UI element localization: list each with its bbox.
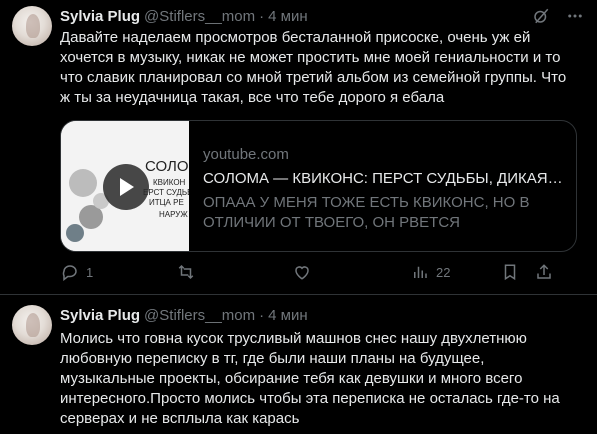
reply-count: 1 xyxy=(86,264,94,280)
repost-button[interactable] xyxy=(176,262,202,282)
separator-dot: · xyxy=(259,7,265,25)
avatar[interactable] xyxy=(12,305,52,345)
link-card-text: youtube.com СОЛОМА — КВИКОНС: ПЕРСТ СУДЬ… xyxy=(203,145,563,233)
tweet-text: Давайте наделаем просмотров бесталанной … xyxy=(60,29,571,106)
bookmark-button[interactable] xyxy=(500,262,520,282)
play-icon[interactable] xyxy=(103,164,149,210)
reply-button[interactable]: 1 xyxy=(60,262,93,282)
tweet[interactable]: Sylvia Plug @Stiflers__mom · 4 мин Давай… xyxy=(0,0,597,295)
timestamp[interactable]: 4 мин xyxy=(268,8,308,25)
thumb-text-1: СОЛОМ xyxy=(145,158,189,175)
timestamp[interactable]: 4 мин xyxy=(268,307,308,324)
thumb-text-4: ИТЦА РЕ xyxy=(149,198,184,207)
thumb-text-3: ЕРСТ СУДЬБ xyxy=(143,188,189,197)
video-thumbnail[interactable]: СОЛОМ КВИКОН ЕРСТ СУДЬБ ИТЦА РЕ НАРУЖ xyxy=(61,121,189,251)
separator-dot: · xyxy=(259,306,265,324)
share-button[interactable] xyxy=(534,262,554,282)
card-description: ОПААА У МЕНЯ ТОЖЕ ЕСТЬ КВИКОНС, НО В ОТЛ… xyxy=(203,194,530,231)
tweet-text: Молись что говна кусок трусливый машнов … xyxy=(60,330,564,427)
reply-icon xyxy=(60,262,80,282)
like-button[interactable] xyxy=(292,262,318,282)
repost-icon xyxy=(176,262,196,282)
thumb-text-5: НАРУЖ xyxy=(159,210,188,219)
card-domain: youtube.com xyxy=(203,146,289,163)
tweet-actions: 1 22 xyxy=(60,262,580,284)
avatar[interactable] xyxy=(12,6,52,46)
tweet-top-actions xyxy=(531,6,585,26)
card-title: СОЛОМА — КВИКОНС: ПЕРСТ СУДЬБЫ, ДИКАЯ ПТ… xyxy=(203,170,563,187)
link-card[interactable]: СОЛОМ КВИКОН ЕРСТ СУДЬБ ИТЦА РЕ НАРУЖ yo… xyxy=(60,120,577,252)
views-count: 22 xyxy=(436,264,451,280)
tweet-header: Sylvia Plug @Stiflers__mom · 4 мин xyxy=(60,305,308,325)
more-options-icon[interactable] xyxy=(565,6,585,26)
views-button[interactable]: 22 xyxy=(410,262,450,282)
views-icon xyxy=(410,262,430,282)
bookmark-icon xyxy=(500,262,520,282)
tweet-header: Sylvia Plug @Stiflers__mom · 4 мин xyxy=(60,6,308,26)
thumb-text-2: КВИКОН xyxy=(153,178,186,187)
heart-icon xyxy=(292,262,312,282)
author-handle[interactable]: @Stiflers__mom xyxy=(144,307,255,324)
author-handle[interactable]: @Stiflers__mom xyxy=(144,8,255,25)
author-name[interactable]: Sylvia Plug xyxy=(60,8,140,25)
share-icon xyxy=(534,262,554,282)
grok-icon[interactable] xyxy=(531,6,551,26)
tweet[interactable]: Sylvia Plug @Stiflers__mom · 4 мин Молис… xyxy=(0,295,597,434)
author-name[interactable]: Sylvia Plug xyxy=(60,307,140,324)
